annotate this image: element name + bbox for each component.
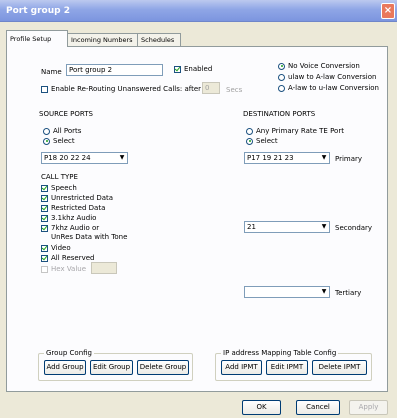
profile-setup-panel: Name Port group 2 Enabled Enable Re-Rout…	[6, 46, 388, 392]
check-icon	[41, 204, 48, 212]
secondary-port-value: 21	[247, 223, 256, 231]
chevron-down-icon: ▼	[117, 153, 127, 163]
ok-button[interactable]: OK	[242, 400, 281, 415]
call-type-heading: CALL TYPE	[41, 173, 78, 181]
add-ipmt-button[interactable]: Add IPMT	[221, 360, 262, 375]
source-ports-value: P18 20 22 24	[44, 154, 91, 162]
tertiary-port-select[interactable]: ▼	[244, 286, 330, 298]
enabled-checkbox[interactable]: Enabled	[174, 65, 212, 73]
delete-group-button[interactable]: Delete Group	[137, 360, 189, 375]
radio-label: Select	[256, 137, 278, 145]
chevron-down-icon: ▼	[319, 222, 329, 232]
checkbox-label: Restricted Data	[51, 204, 106, 212]
rerouting-check-icon	[41, 85, 48, 93]
call-type-7khz-audio-checkbox[interactable]: 7khz Audio or	[41, 224, 99, 232]
name-label: Name	[41, 68, 62, 76]
radio-label: All Ports	[53, 127, 82, 135]
group-config-legend: Group Config	[44, 349, 94, 357]
secondary-label: Secondary	[335, 224, 373, 232]
checkbox-label: Unrestricted Data	[51, 194, 114, 202]
rerouting-label: Enable Re-Routing Unanswered Calls: afte…	[51, 85, 202, 93]
rerouting-unit: Secs	[226, 86, 243, 94]
destination-select-radio[interactable]: Select	[246, 137, 278, 145]
primary-port-value: P17 19 21 23	[247, 154, 294, 162]
check-icon	[41, 265, 48, 273]
check-icon	[41, 184, 48, 192]
radio-icon	[43, 137, 50, 145]
title-bar: Port group 2 ×	[0, 0, 397, 22]
source-all-ports-radio[interactable]: All Ports	[43, 127, 81, 135]
radio-icon	[278, 84, 285, 92]
call-type-all-reserved-checkbox[interactable]: All Reserved	[41, 254, 94, 262]
add-group-button[interactable]: Add Group	[44, 360, 86, 375]
call-type-3khz-audio-checkbox[interactable]: 3.1khz Audio	[41, 214, 96, 222]
radio-label: No Voice Conversion	[288, 62, 360, 70]
radio-icon	[246, 137, 253, 145]
call-type-video-checkbox[interactable]: Video	[41, 244, 71, 252]
chevron-down-icon: ▼	[319, 153, 329, 163]
primary-port-select[interactable]: P17 19 21 23 ▼	[244, 152, 330, 164]
alaw-to-ulaw-radio[interactable]: A-law to u-law Conversion	[278, 84, 379, 92]
tertiary-label: Tertiary	[335, 289, 362, 297]
close-icon: ×	[383, 5, 393, 16]
check-icon	[41, 244, 48, 252]
edit-ipmt-button[interactable]: Edit IPMT	[266, 360, 308, 375]
call-type-restricted-data-checkbox[interactable]: Restricted Data	[41, 204, 105, 212]
radio-icon	[246, 127, 253, 135]
window-title: Port group 2	[6, 6, 70, 16]
enabled-check-icon	[174, 65, 181, 73]
edit-group-button[interactable]: Edit Group	[90, 360, 133, 375]
source-select-radio[interactable]: Select	[43, 137, 75, 145]
delete-ipmt-button[interactable]: Delete IPMT	[312, 360, 367, 375]
radio-label: ulaw to A-law Conversion	[288, 73, 377, 81]
check-icon	[41, 214, 48, 222]
tab-profile-setup[interactable]: Profile Setup	[6, 30, 68, 47]
check-icon	[41, 224, 48, 232]
name-field[interactable]: Port group 2	[66, 64, 163, 76]
checkbox-label: Video	[51, 244, 71, 252]
destination-any-radio[interactable]: Any Primary Rate TE Port	[246, 127, 344, 135]
checkbox-label: All Reserved	[51, 254, 95, 262]
apply-button[interactable]: Apply	[349, 400, 388, 415]
call-type-speech-checkbox[interactable]: Speech	[41, 184, 77, 192]
cancel-button[interactable]: Cancel	[296, 400, 340, 415]
checkbox-label: Speech	[51, 184, 77, 192]
radio-label: A-law to u-law Conversion	[288, 84, 379, 92]
secondary-port-select[interactable]: 21 ▼	[244, 221, 330, 233]
check-icon	[41, 194, 48, 202]
rerouting-checkbox[interactable]: Enable Re-Routing Unanswered Calls: afte…	[41, 85, 201, 93]
primary-label: Primary	[335, 155, 363, 163]
hex-value-field[interactable]	[91, 262, 117, 274]
radio-icon	[43, 127, 50, 135]
no-voice-conversion-radio[interactable]: No Voice Conversion	[278, 62, 360, 70]
call-type-hex-value-checkbox[interactable]: Hex Value	[41, 265, 86, 273]
checkbox-label: Hex Value	[51, 265, 87, 273]
radio-label: Select	[53, 137, 75, 145]
enabled-label: Enabled	[184, 65, 213, 73]
tab-label: Profile Setup	[10, 35, 52, 43]
destination-ports-heading: DESTINATION PORTS	[243, 110, 316, 118]
radio-label: Any Primary Rate TE Port	[256, 127, 344, 135]
close-button[interactable]: ×	[381, 3, 395, 19]
rerouting-seconds-field[interactable]: 0	[202, 82, 220, 94]
checkbox-label: 7khz Audio or	[51, 224, 100, 232]
tab-label: Schedules	[141, 36, 175, 44]
source-ports-heading: SOURCE PORTS	[39, 110, 93, 118]
check-icon	[41, 254, 48, 262]
chevron-down-icon: ▼	[319, 287, 329, 297]
checkbox-label: 3.1khz Audio	[51, 214, 97, 222]
radio-icon	[278, 73, 285, 81]
source-ports-select[interactable]: P18 20 22 24 ▼	[41, 152, 128, 164]
call-type-unrestricted-data-checkbox[interactable]: Unrestricted Data	[41, 194, 113, 202]
call-type-7khz-audio-label-line2: UnRes Data with Tone	[51, 233, 128, 241]
tab-label: Incoming Numbers	[71, 36, 133, 44]
ip-mapping-legend: IP address Mapping Table Config	[221, 349, 339, 357]
radio-icon	[278, 62, 285, 70]
tab-schedules[interactable]: Schedules	[137, 33, 181, 46]
tab-incoming-numbers[interactable]: Incoming Numbers	[67, 33, 138, 46]
ulaw-to-alaw-radio[interactable]: ulaw to A-law Conversion	[278, 73, 376, 81]
